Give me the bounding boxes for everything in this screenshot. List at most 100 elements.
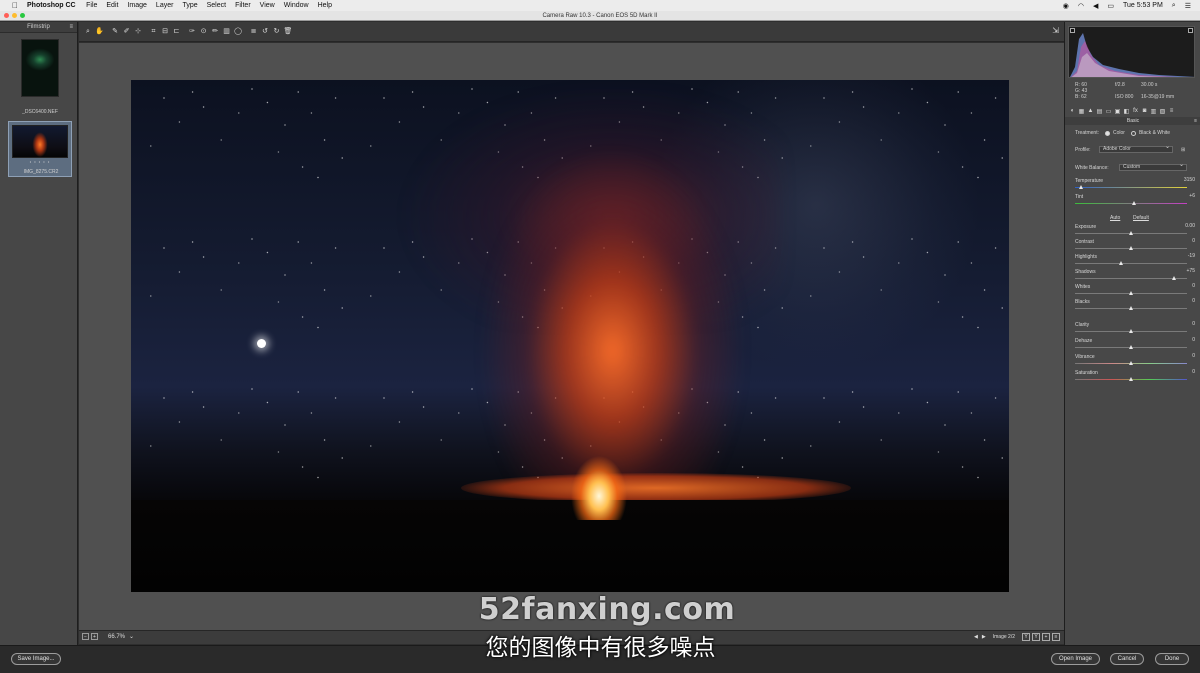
- previous-image-icon[interactable]: ◀: [974, 634, 978, 640]
- chevron-down-icon[interactable]: ⌄: [129, 633, 134, 640]
- tab-menu-icon[interactable]: ≡: [1167, 108, 1176, 114]
- highlight-clipping-warning-icon[interactable]: [1188, 28, 1193, 33]
- slider-knob[interactable]: [1118, 261, 1123, 265]
- next-image-icon[interactable]: ▶: [982, 634, 986, 640]
- search-icon[interactable]: ⌕: [1172, 2, 1176, 10]
- wifi-icon[interactable]: ◠: [1078, 2, 1084, 10]
- section-menu-icon[interactable]: ≡: [1194, 117, 1197, 125]
- copy-settings-button[interactable]: +: [1042, 633, 1050, 641]
- volume-icon[interactable]: ◀: [1093, 2, 1098, 10]
- apple-icon[interactable]: : [10, 0, 20, 11]
- trash-icon[interactable]: 🗑: [283, 27, 293, 37]
- menu-image[interactable]: Image: [127, 2, 146, 9]
- tab-presets-icon[interactable]: ▥: [1149, 108, 1158, 115]
- slider-knob[interactable]: [1129, 291, 1133, 295]
- minimize-window-icon[interactable]: [12, 13, 17, 18]
- menu-window[interactable]: Window: [284, 2, 309, 9]
- straighten-icon[interactable]: ⊟: [160, 27, 170, 37]
- filmstrip-menu-icon[interactable]: ≡: [69, 22, 73, 33]
- export-icon[interactable]: ⇲: [1052, 26, 1059, 35]
- treatment-bw-label[interactable]: Black & White: [1139, 130, 1170, 136]
- slider-track[interactable]: [1075, 263, 1187, 264]
- hand-icon[interactable]: ✋: [95, 27, 105, 37]
- thumbnail-image[interactable]: [12, 125, 68, 158]
- slider-knob[interactable]: [1171, 276, 1176, 280]
- rating-stars[interactable]: • • • • •: [12, 159, 68, 164]
- slider-value[interactable]: 0: [1175, 298, 1195, 304]
- treatment-bw-radio[interactable]: [1130, 130, 1136, 136]
- preferences-icon[interactable]: ≣: [249, 27, 259, 37]
- slider-value[interactable]: 0: [1175, 353, 1195, 359]
- default-link[interactable]: Default: [1133, 215, 1149, 221]
- tab-hsl-icon[interactable]: ▤: [1095, 108, 1104, 115]
- slider-value[interactable]: 0: [1175, 321, 1195, 327]
- color-sampler-icon[interactable]: ✐: [122, 27, 132, 37]
- menu-select[interactable]: Select: [207, 2, 226, 9]
- slider-value[interactable]: 0: [1175, 369, 1195, 375]
- auto-link[interactable]: Auto: [1110, 215, 1120, 221]
- battery-icon[interactable]: ▭: [1107, 2, 1114, 10]
- menu-edit[interactable]: Edit: [106, 2, 118, 9]
- slider-value[interactable]: -19: [1175, 253, 1195, 259]
- menu-app[interactable]: Photoshop CC: [27, 2, 76, 9]
- filmstrip-item-selected[interactable]: • • • • • IMG_8275.CR2: [8, 121, 72, 177]
- tab-transform-icon[interactable]: ◧: [1122, 108, 1131, 115]
- tab-detail-icon[interactable]: ▲: [1086, 108, 1095, 114]
- slider-knob[interactable]: [1129, 306, 1133, 310]
- treatment-color-radio[interactable]: [1105, 130, 1110, 136]
- profile-select[interactable]: Adobe Color: [1099, 145, 1173, 153]
- thumbnail-image[interactable]: [21, 39, 59, 97]
- shadow-clipping-warning-icon[interactable]: [1070, 28, 1075, 33]
- slider-knob[interactable]: [1078, 185, 1083, 189]
- menu-file[interactable]: File: [86, 2, 97, 9]
- done-button[interactable]: Done: [1155, 653, 1189, 665]
- slider-track[interactable]: [1075, 203, 1187, 204]
- slider-knob[interactable]: [1129, 231, 1133, 235]
- tab-tone-curve-icon[interactable]: ▦: [1077, 108, 1086, 115]
- slider-value[interactable]: 0.00: [1175, 223, 1195, 229]
- radial-filter-icon[interactable]: ◯: [233, 27, 243, 37]
- targeted-adjustment-icon[interactable]: ⊹: [133, 27, 143, 37]
- image-preview-area[interactable]: [79, 43, 1064, 630]
- zoom-icon[interactable]: ⌕: [83, 27, 93, 37]
- preview-image[interactable]: [131, 80, 1009, 592]
- slider-track[interactable]: [1075, 187, 1187, 188]
- notifications-icon[interactable]: ☰: [1185, 2, 1191, 10]
- crop-icon[interactable]: ⌗: [149, 27, 159, 37]
- rotate-left-icon[interactable]: ↺: [260, 27, 270, 37]
- slider-knob[interactable]: [1129, 377, 1133, 381]
- tab-effects-icon[interactable]: fx: [1131, 108, 1140, 114]
- zoom-in-icon[interactable]: +: [91, 633, 98, 640]
- graduated-filter-icon[interactable]: ▥: [222, 27, 232, 37]
- slider-knob[interactable]: [1129, 345, 1133, 349]
- swap-settings-button[interactable]: Y: [1032, 633, 1040, 641]
- slider-value[interactable]: 3150: [1175, 177, 1195, 183]
- spot-removal-icon[interactable]: ✑: [187, 27, 197, 37]
- rotate-right-icon[interactable]: ↻: [272, 27, 282, 37]
- red-eye-icon[interactable]: ⊙: [199, 27, 209, 37]
- tab-split-toning-icon[interactable]: ▭: [1104, 108, 1113, 115]
- menu-type[interactable]: Type: [182, 2, 197, 9]
- tab-snapshots-icon[interactable]: ▧: [1158, 108, 1167, 115]
- white-balance-icon[interactable]: ✎: [110, 27, 120, 37]
- close-window-icon[interactable]: [4, 13, 9, 18]
- profile-browser-icon[interactable]: ⊞: [1181, 147, 1185, 153]
- before-after-view-button[interactable]: Y: [1022, 633, 1030, 641]
- slider-value[interactable]: 0: [1175, 238, 1195, 244]
- menu-view[interactable]: View: [260, 2, 275, 9]
- creative-cloud-icon[interactable]: ◉: [1063, 2, 1069, 10]
- white-balance-select[interactable]: Custom: [1119, 163, 1187, 171]
- zoom-window-icon[interactable]: [20, 13, 25, 18]
- save-image-button[interactable]: Save Image...: [11, 653, 61, 665]
- tab-lens-icon[interactable]: ▣: [1113, 108, 1122, 115]
- zoom-level[interactable]: 66.7%: [108, 634, 125, 640]
- menu-layer[interactable]: Layer: [156, 2, 174, 9]
- slider-value[interactable]: 0: [1175, 283, 1195, 289]
- open-image-button[interactable]: Open Image: [1051, 653, 1100, 665]
- slider-value[interactable]: +75: [1175, 268, 1195, 274]
- tab-basic-icon[interactable]: ◐: [1068, 108, 1077, 114]
- clock[interactable]: Tue 5:53 PM: [1123, 2, 1163, 9]
- transform-icon[interactable]: ⊏: [172, 27, 182, 37]
- cancel-button[interactable]: Cancel: [1110, 653, 1144, 665]
- slider-knob[interactable]: [1129, 246, 1133, 250]
